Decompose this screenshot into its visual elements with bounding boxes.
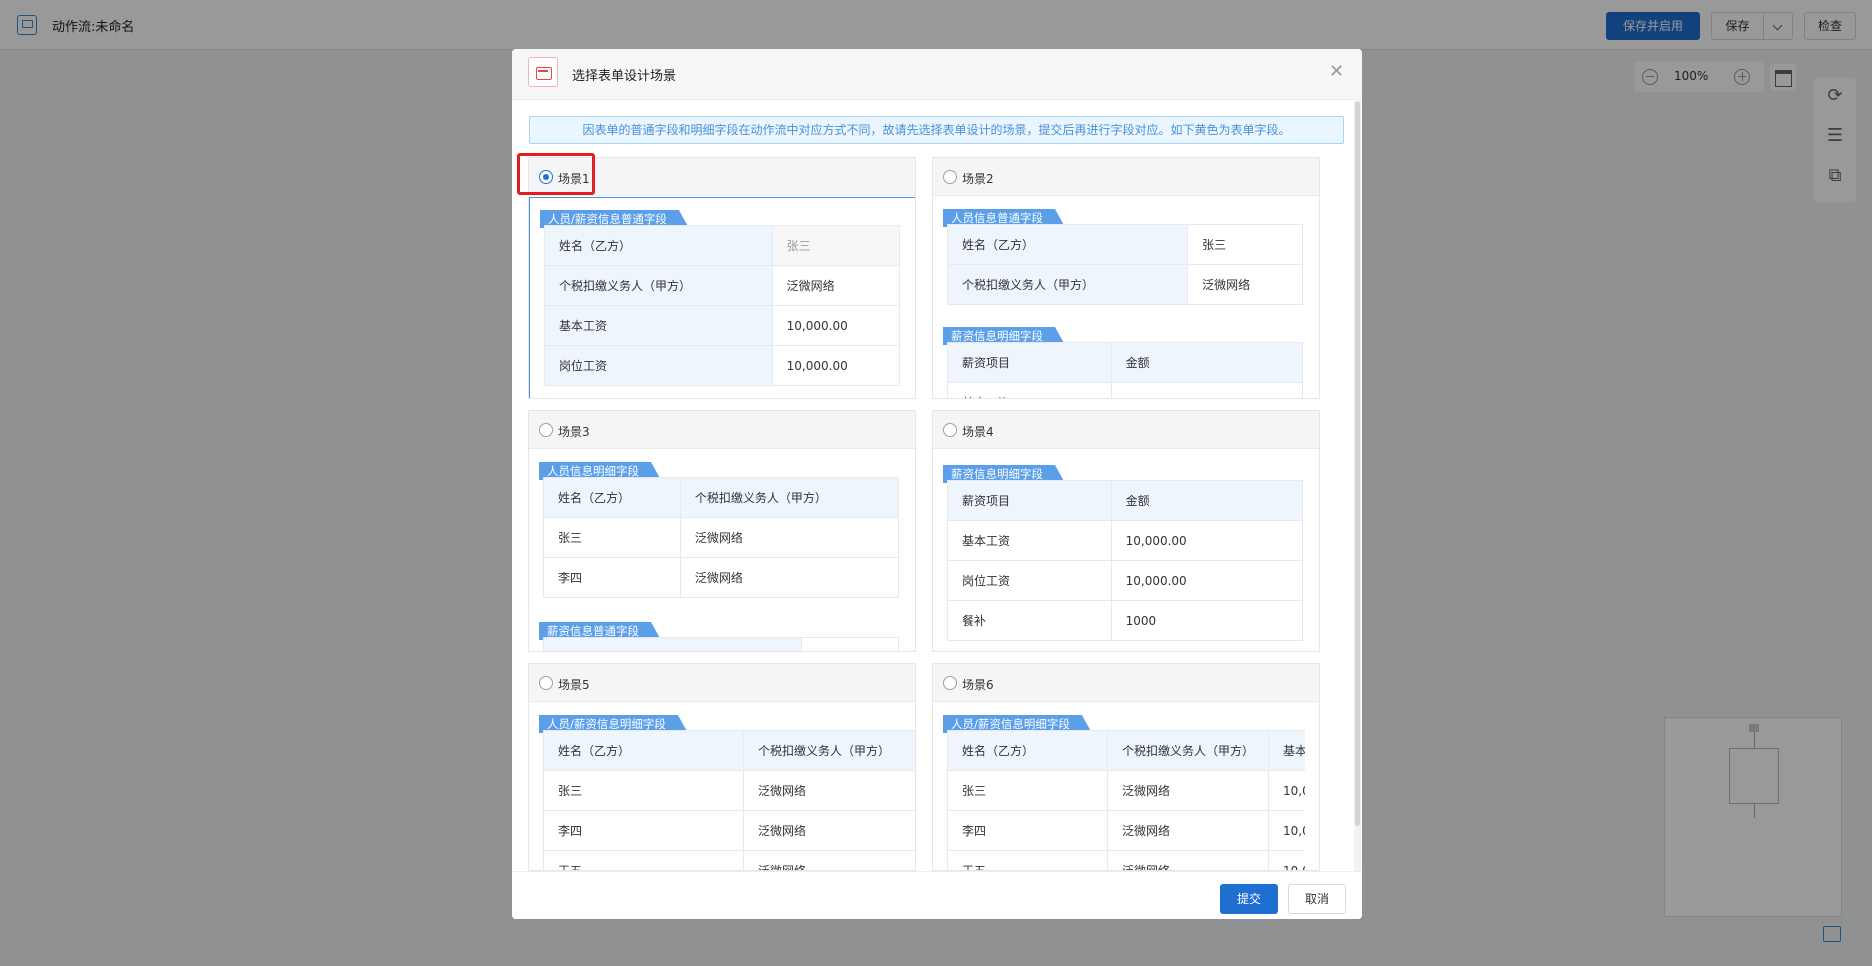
- scene-label[interactable]: 场景4: [962, 423, 994, 440]
- scene-card-4[interactable]: 场景4 薪资信息明细字段 薪资项目 金额 基本工资 10,000.00 岗位工资 10…: [932, 410, 1320, 652]
- detail-table: 姓名（乙方）个税扣缴义务人（甲方）基本 张三泛微网络10,0 李四泛微网络10,…: [947, 730, 1305, 870]
- scene-preview: 薪资信息明细字段 薪资项目 金额 基本工资 10,000.00 岗位工资 10,000…: [933, 450, 1319, 651]
- form-icon: [528, 57, 558, 87]
- field-table: 姓名（乙方） 张三 个税扣缴义务人（甲方） 泛微网络 基本工资 10,000.00 岗…: [544, 225, 901, 386]
- field-table: 基本工资: [543, 637, 900, 651]
- scene-select-dialog: 选择表单设计场景 ✕ 因表单的普通字段和明细字段在动作流中对应方式不同，故请先选…: [512, 49, 1362, 919]
- scene-6-radio[interactable]: [943, 676, 957, 690]
- scene-preview: 人员/薪资信息明细字段 姓名（乙方） 个税扣缴义务人（甲方） 张三 泛微网络 李四泛…: [529, 703, 915, 870]
- scene-label[interactable]: 场景3: [558, 423, 590, 440]
- scene-2-radio[interactable]: [943, 170, 957, 184]
- scene-5-radio[interactable]: [539, 676, 553, 690]
- scene-preview: 人员信息明细字段 姓名（乙方） 个税扣缴义务人（甲方） 张三 泛微网络 李四 泛微网络…: [529, 450, 915, 651]
- detail-table: 姓名（乙方） 个税扣缴义务人（甲方） 张三 泛微网络 李四 泛微网络: [543, 477, 900, 598]
- close-icon[interactable]: ✕: [1329, 63, 1344, 81]
- scene-4-radio[interactable]: [943, 423, 957, 437]
- submit-button[interactable]: 提交: [1220, 884, 1278, 914]
- dialog-title: 选择表单设计场景: [572, 69, 677, 84]
- scene-label[interactable]: 场景5: [558, 676, 590, 693]
- scene-preview: 人员/薪资信息普通字段 姓名（乙方） 张三 个税扣缴义务人（甲方） 泛微网络 基本工…: [529, 197, 915, 398]
- scene-preview: 人员信息普通字段 姓名（乙方） 张三 个税扣缴义务人（甲方） 泛微网络 薪资信息明细…: [933, 197, 1319, 398]
- scene-3-radio[interactable]: [539, 423, 553, 437]
- scene-label[interactable]: 场景6: [962, 676, 994, 693]
- scene-preview: 人员/薪资信息明细字段 姓名（乙方） 个税扣缴义务人（甲方） 基本 张三 泛微网络 10…: [933, 703, 1319, 870]
- selection-highlight: [517, 153, 595, 195]
- dialog-header: 选择表单设计场景 ✕: [512, 49, 1362, 100]
- detail-table: 薪资项目 金额 基本工资 10,000.00 岗位工资 10,000.00 餐补 100…: [947, 480, 1304, 641]
- notice-banner: 因表单的普通字段和明细字段在动作流中对应方式不同，故请先选择表单设计的场景，提交…: [529, 116, 1344, 144]
- scene-card-6[interactable]: 场景6 人员/薪资信息明细字段 姓名（乙方） 个税扣缴义务人（甲方） 基本 张三 泛微…: [932, 663, 1320, 871]
- scene-card-2[interactable]: 场景2 人员信息普通字段 姓名（乙方） 张三 个税扣缴义务人（甲方） 泛微网络 薪资…: [932, 157, 1320, 399]
- dialog-footer: 提交 取消: [512, 871, 1362, 919]
- detail-table: 薪资项目金额 基本工资10,000.00: [947, 342, 1304, 398]
- cancel-button[interactable]: 取消: [1288, 884, 1346, 914]
- dialog-scrollbar[interactable]: [1355, 101, 1360, 826]
- scene-card-5[interactable]: 场景5 人员/薪资信息明细字段 姓名（乙方） 个税扣缴义务人（甲方） 张三 泛微网络…: [528, 663, 916, 871]
- scene-label[interactable]: 场景2: [962, 170, 994, 187]
- scene-card-3[interactable]: 场景3 人员信息明细字段 姓名（乙方） 个税扣缴义务人（甲方） 张三 泛微网络 李四…: [528, 410, 916, 652]
- field-table: 姓名（乙方） 张三 个税扣缴义务人（甲方） 泛微网络: [946, 224, 1303, 305]
- detail-table: 姓名（乙方） 个税扣缴义务人（甲方） 张三 泛微网络 李四 泛微网络 王五 泛微网络: [543, 730, 915, 870]
